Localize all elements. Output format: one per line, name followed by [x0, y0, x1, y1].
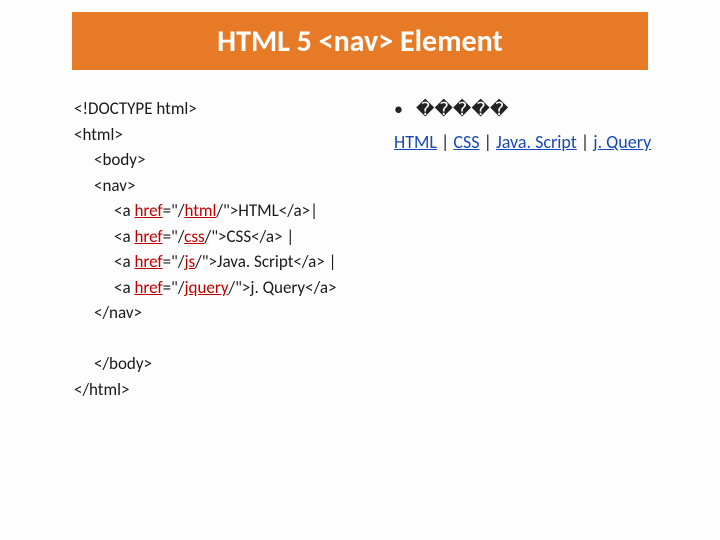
code-line: <!DOCTYPE html>: [74, 96, 374, 122]
code-line: <a href="/css/">CSS</a> |: [74, 224, 374, 250]
code-line: <nav>: [74, 173, 374, 199]
nav-link-css[interactable]: CSS: [453, 131, 479, 153]
code-line: </nav>: [74, 300, 374, 326]
code-line: <body>: [74, 147, 374, 173]
code-column: <!DOCTYPE html> <html> <body> <nav> <a h…: [74, 96, 374, 402]
title-bar: HTML 5 <nav> Element: [72, 12, 648, 70]
code-line: </html>: [74, 377, 374, 403]
nav-link-js[interactable]: Java. Script: [496, 131, 577, 153]
nav-link-html[interactable]: HTML: [394, 131, 437, 153]
code-line: [74, 326, 374, 352]
link-separator: |: [480, 131, 496, 153]
code-line: </body>: [74, 351, 374, 377]
bullet-row: • �����: [394, 96, 694, 123]
code-line: <a href="/html/">HTML</a>|: [74, 198, 374, 224]
render-column: • ����� HTML | CSS | Java. Script | j. Q…: [394, 96, 694, 156]
bullet-text: �����: [416, 96, 694, 123]
nav-link-jquery[interactable]: j. Query: [593, 131, 651, 153]
nav-links-row: HTML | CSS | Java. Script | j. Query: [394, 129, 694, 156]
code-line: <a href="/jquery/">j. Query</a>: [74, 275, 374, 301]
code-line: <a href="/js/">Java. Script</a> |: [74, 249, 374, 275]
link-separator: |: [577, 131, 593, 153]
code-line: <html>: [74, 122, 374, 148]
bullet-dot-icon: •: [394, 96, 416, 123]
slide-title: HTML 5 <nav> Element: [217, 23, 503, 60]
link-separator: |: [437, 131, 453, 153]
